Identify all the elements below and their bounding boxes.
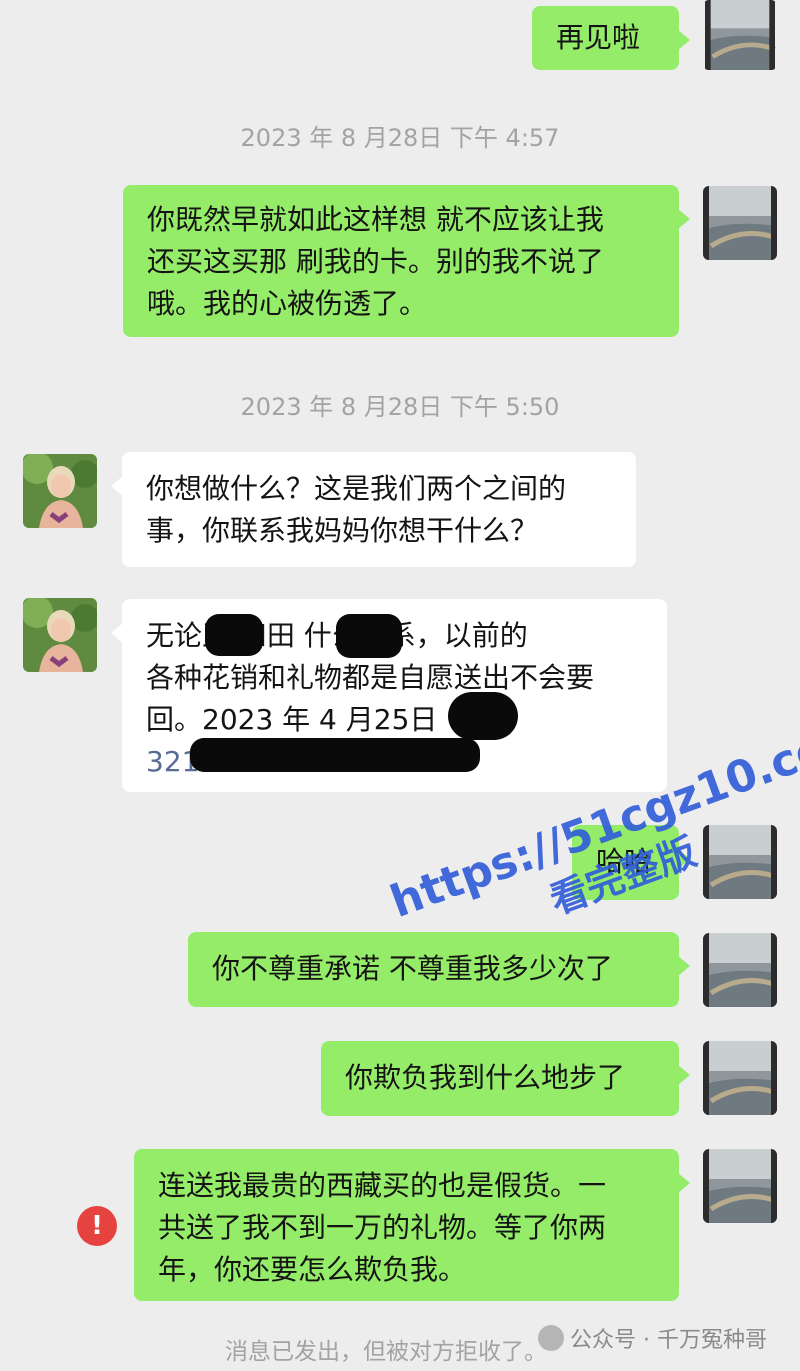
timestamp: 2023 年 8 月28日 下午 5:50	[240, 393, 560, 421]
message-bubble-self[interactable]: 连送我最贵的西藏买的也是假货。一 共送了我不到一万的礼物。等了你两 年，你还要怎…	[134, 1149, 690, 1301]
contact-avatar[interactable]	[23, 598, 97, 672]
message-line: 各种花销和礼物都是自愿送出不会要	[146, 661, 595, 694]
source-text: 公众号 · 千万冤种哥	[570, 1328, 767, 1353]
redaction-mark	[190, 738, 480, 772]
self-avatar[interactable]	[703, 933, 777, 1007]
landscape-avatar-icon	[703, 1041, 777, 1115]
message-bubble-contact[interactable]: 你想做什么？这是我们两个之间的 事，你联系我妈妈你想干什么？	[111, 452, 636, 567]
timestamp: 2023 年 8 月28日 下午 4:57	[240, 124, 560, 152]
message-line: 你想做什么？这是我们两个之间的	[146, 472, 567, 505]
message-line: 共送了我不到一万的礼物。等了你两	[158, 1211, 607, 1244]
landscape-avatar-icon	[705, 0, 776, 70]
message-line: 哦。我的心被伤透了。	[147, 287, 428, 320]
message-line: 回。2023 年 4 月25日	[146, 703, 438, 736]
self-avatar[interactable]	[703, 1041, 777, 1115]
message-line: 事，你联系我妈妈你想干什么？	[146, 514, 539, 547]
self-avatar[interactable]	[703, 186, 777, 260]
redaction-mark	[205, 614, 263, 656]
message-line: 你既然早就如此这样想 就不应该让我	[147, 203, 604, 236]
portrait-avatar-icon	[23, 598, 97, 672]
message-bubble-self[interactable]: 你欺负我到什么地步了	[321, 1041, 690, 1116]
message-text: 再见啦	[556, 21, 641, 54]
redaction-mark	[448, 692, 518, 740]
contact-avatar[interactable]	[23, 454, 97, 528]
wechat-logo-icon	[538, 1325, 564, 1351]
landscape-avatar-icon	[703, 933, 777, 1007]
rejected-notice: 消息已发出，但被对方拒收了。	[225, 1339, 547, 1365]
landscape-avatar-icon	[703, 186, 777, 260]
landscape-avatar-icon	[703, 1149, 777, 1223]
portrait-avatar-icon	[23, 454, 97, 528]
message-bubble-self[interactable]: 你既然早就如此这样想 就不应该让我 还买这买那 刷我的卡。别的我不说了 哦。我的…	[123, 185, 690, 337]
message-line: 年，你还要怎么欺负我。	[158, 1253, 467, 1286]
message-bubble-self[interactable]: 再见啦	[532, 6, 690, 70]
message-text: 你欺负我到什么地步了	[345, 1061, 626, 1094]
self-avatar[interactable]	[703, 1149, 777, 1223]
exclamation-icon[interactable]: !	[77, 1206, 117, 1246]
redaction-mark	[336, 614, 402, 658]
source-watermark: 公众号 · 千万冤种哥	[538, 1322, 767, 1354]
message-line: 连送我最贵的西藏买的也是假货。一	[158, 1169, 607, 1202]
self-avatar[interactable]	[703, 0, 777, 70]
message-line: 还买这买那 刷我的卡。别的我不说了	[147, 245, 604, 278]
